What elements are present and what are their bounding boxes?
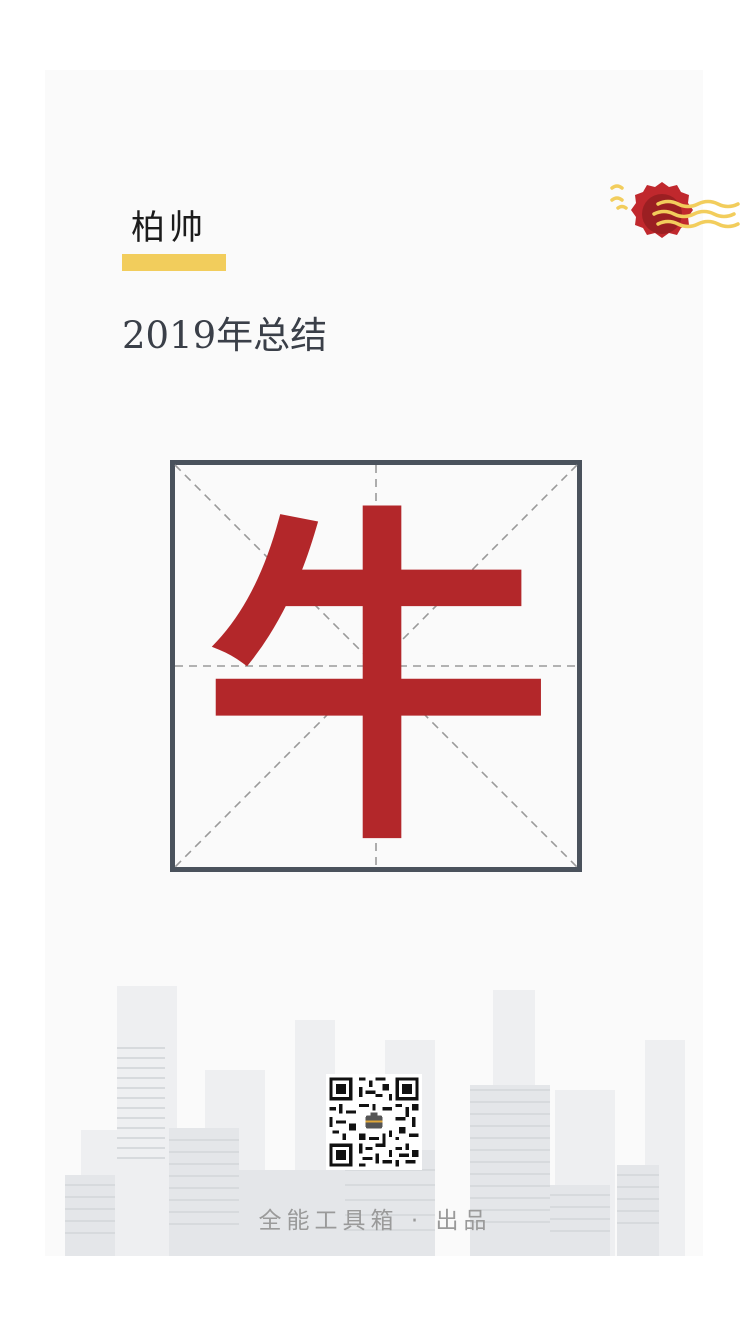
wax-seal-icon <box>610 182 740 238</box>
poster-page: 柏帅 2019年总结 牛 全能工具箱 · 出品 <box>0 0 750 1334</box>
qr-code-icon <box>326 1074 422 1170</box>
character-grid: 牛 <box>170 460 582 872</box>
name-underline-bar <box>122 254 226 271</box>
footer-credit: 全能工具箱 · 出品 <box>258 1208 492 1234</box>
featured-character: 牛 <box>203 476 553 872</box>
summary-title: 2019年总结 <box>122 314 328 357</box>
person-name: 柏帅 <box>131 208 207 248</box>
